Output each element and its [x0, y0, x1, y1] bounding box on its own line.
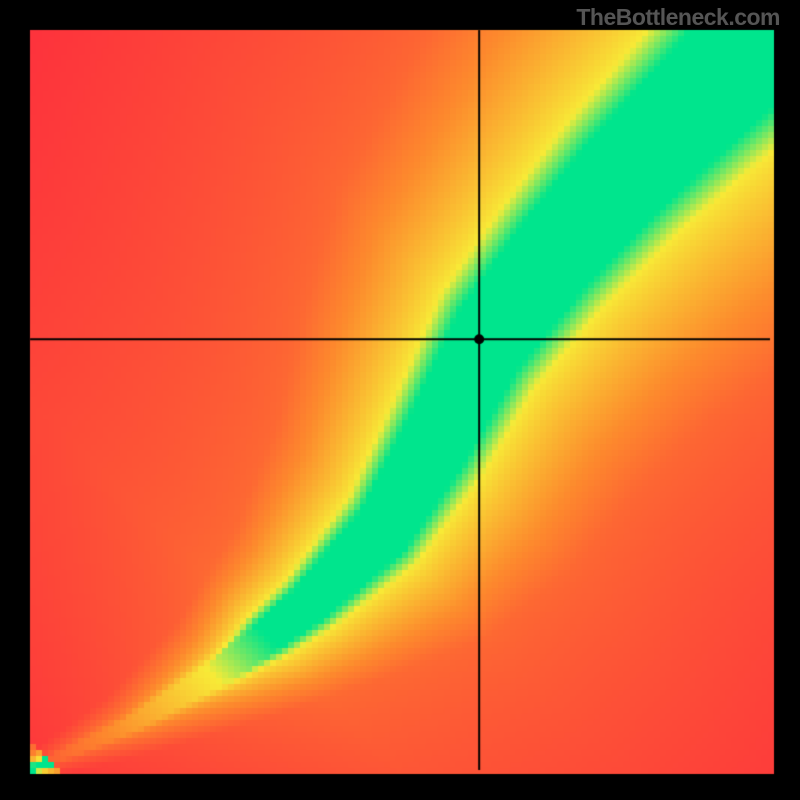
- overlay-canvas: [0, 0, 800, 800]
- watermark-text: TheBottleneck.com: [576, 4, 780, 31]
